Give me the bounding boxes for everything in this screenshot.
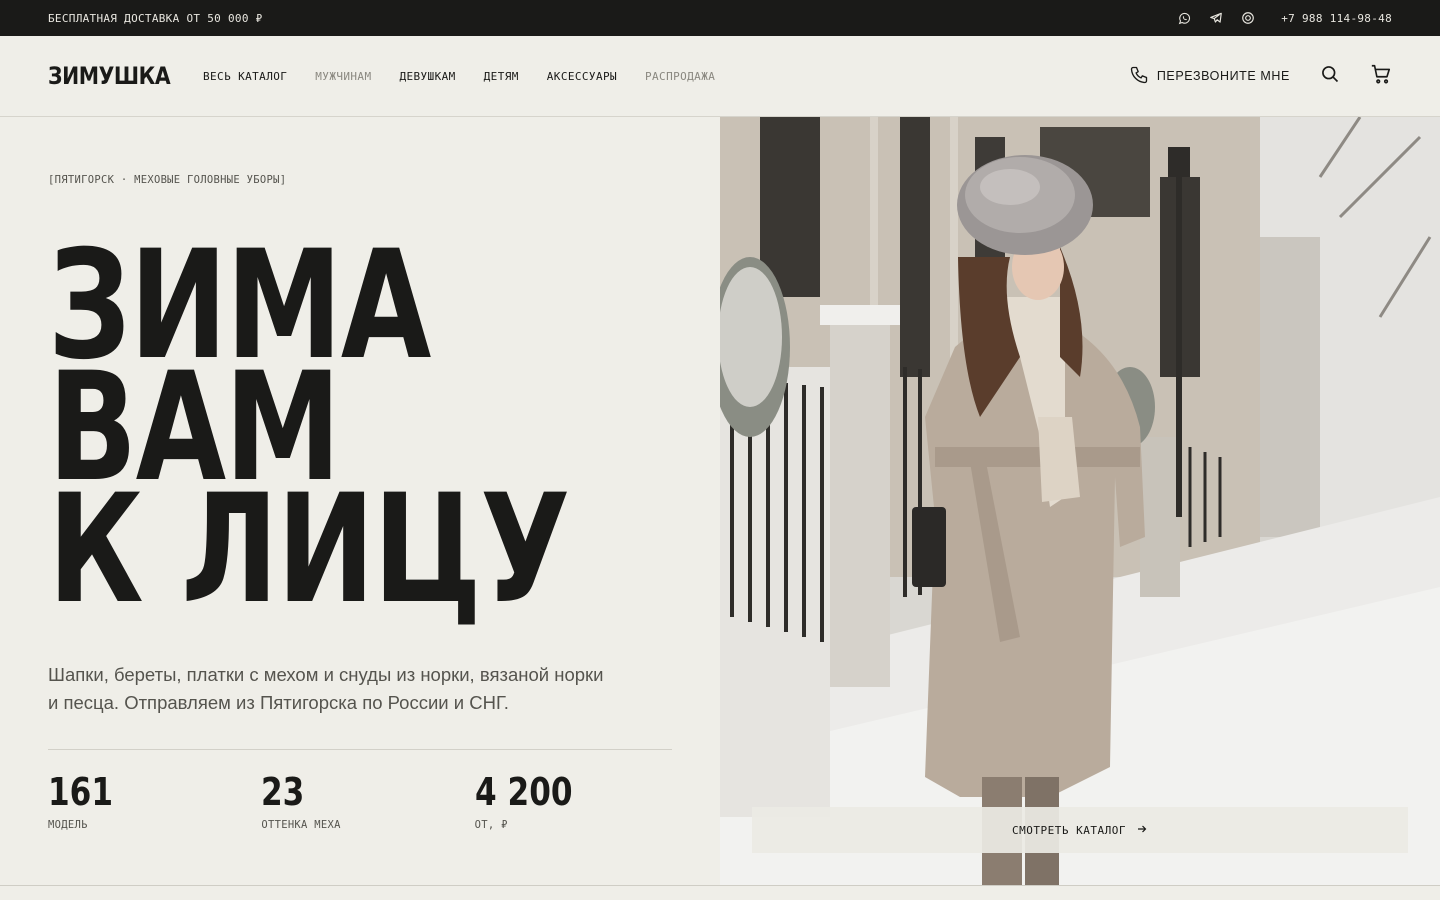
stats-row: 161 МОДЕЛЬ 23 ОТТЕНКА МЕХА 4 200 ОТ, ₽ [48, 771, 688, 831]
page-bottom-edge [0, 885, 1440, 900]
hero-content: [ПЯТИГОРСК · МЕХОВЫЕ ГОЛОВНЫЕ УБОРЫ] ЗИМ… [0, 117, 720, 886]
contact-group: +7 988 114-98-48 [1175, 9, 1392, 27]
stat-value: 23 [261, 770, 305, 814]
phone-link[interactable]: +7 988 114-98-48 [1281, 12, 1392, 25]
stat-models: 161 МОДЕЛЬ [48, 771, 261, 831]
stat-value: 161 [48, 770, 114, 814]
cart-icon[interactable] [1370, 63, 1392, 90]
header-actions: ПЕРЕЗВОНИТЕ МНЕ [1129, 63, 1392, 90]
nav-item-women[interactable]: ДЕВУШКАМ [399, 70, 455, 83]
hero-eyebrow: [ПЯТИГОРСК · МЕХОВЫЕ ГОЛОВНЫЕ УБОРЫ] [48, 174, 287, 186]
arrow-right-icon [1136, 823, 1148, 838]
cta-label: СМОТРЕТЬ КАТАЛОГ [1012, 823, 1126, 837]
stat-label: ОТТЕНКА МЕХА [261, 819, 341, 831]
nav-item-kids[interactable]: ДЕТЯМ [484, 70, 519, 83]
stat-price: 4 200 ОТ, ₽ [475, 771, 688, 831]
stat-label: МОДЕЛЬ [48, 819, 88, 831]
stat-value: 4 200 [474, 770, 573, 814]
hero-description: Шапки, береты, платки с мехом и снуды из… [48, 664, 604, 713]
nav-item-catalog[interactable]: ВЕСЬ КАТАЛОГ [203, 70, 287, 83]
whatsapp-icon[interactable] [1175, 9, 1193, 27]
promo-text: БЕСПЛАТНАЯ ДОСТАВКА ОТ 50 000 ₽ [48, 11, 263, 25]
callback-label: ПЕРЕЗВОНИТЕ МНЕ [1156, 69, 1290, 83]
nav-item-accessories[interactable]: АКСЕССУАРЫ [547, 70, 617, 83]
divider [48, 749, 672, 750]
nav-item-sale[interactable]: РАСПРОДАЖА [645, 70, 715, 83]
hero-headline: ЗИМА ВАМ К ЛИЦУ [48, 231, 570, 637]
callback-button[interactable]: ПЕРЕЗВОНИТЕ МНЕ [1129, 65, 1290, 88]
telegram-icon[interactable] [1207, 9, 1225, 27]
phone-icon [1129, 65, 1149, 88]
hero-image: СМОТРЕТЬ КАТАЛОГ [720, 117, 1440, 886]
search-icon[interactable] [1320, 64, 1340, 89]
stat-shades: 23 ОТТЕНКА МЕХА [261, 771, 474, 831]
nav-item-men[interactable]: МУЖЧИНАМ [315, 70, 371, 83]
hero-photo-illustration [720, 117, 1440, 886]
main-nav: ВЕСЬ КАТАЛОГ МУЖЧИНАМ ДЕВУШКАМ ДЕТЯМ АКС… [203, 70, 715, 83]
top-bar: БЕСПЛАТНАЯ ДОСТАВКА ОТ 50 000 ₽ +7 988 1… [0, 0, 1440, 36]
stat-label: ОТ, ₽ [474, 819, 508, 831]
view-catalog-button[interactable]: СМОТРЕТЬ КАТАЛОГ [752, 807, 1408, 853]
headline-line: К ЛИЦУ [48, 463, 570, 637]
logo[interactable]: ЗИМУШКА [48, 62, 171, 90]
site-header: ЗИМУШКА ВЕСЬ КАТАЛОГ МУЖЧИНАМ ДЕВУШКАМ Д… [0, 36, 1440, 117]
chat-icon[interactable] [1239, 9, 1257, 27]
